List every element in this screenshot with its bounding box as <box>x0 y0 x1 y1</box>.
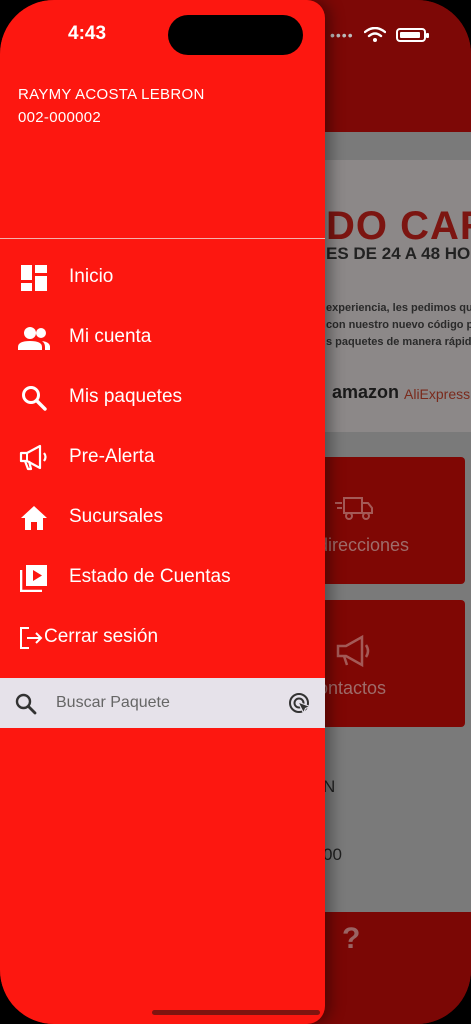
promo-banner: DO CARG ES DE 24 A 48 HORAS experiencia,… <box>322 160 471 432</box>
home-icon <box>18 504 50 532</box>
search-icon[interactable] <box>14 692 38 716</box>
menu-item-label: Mis paquetes <box>69 386 183 407</box>
dashboard-icon <box>18 264 50 292</box>
signal-icon: •••• <box>330 27 354 43</box>
search-icon <box>18 384 50 412</box>
status-indicators: •••• <box>330 22 429 48</box>
logout-button[interactable]: Cerrar sesión <box>0 612 325 662</box>
addresses-card-label: direcciones <box>318 535 410 555</box>
package-search-input[interactable] <box>56 688 276 718</box>
aliexpress-logo: AliExpress <box>404 386 471 402</box>
menu-item-mi-cuenta[interactable]: Mi cuenta <box>0 312 325 362</box>
user-name: RAYMY ACOSTA LEBRON <box>18 86 205 103</box>
logout-icon <box>18 624 44 652</box>
help-icon: ? <box>342 922 361 955</box>
wifi-icon <box>363 27 386 42</box>
banner-title: DO CARG <box>326 204 471 248</box>
home-indicator <box>152 1010 320 1015</box>
dynamic-island <box>168 15 303 55</box>
menu-item-label: Pre-Alerta <box>69 446 155 467</box>
amazon-logo: amazon <box>332 382 400 402</box>
menu-item-estado-de-cuentas[interactable]: Estado de Cuentas <box>0 552 325 602</box>
drawer-divider <box>0 238 325 239</box>
user-code: 002-000002 <box>18 109 102 126</box>
menu-item-label: Estado de Cuentas <box>69 566 231 587</box>
menu-item-inicio[interactable]: Inicio <box>0 252 325 302</box>
logout-label: Cerrar sesión <box>44 626 159 647</box>
menu-item-label: Inicio <box>69 266 114 287</box>
megaphone-icon <box>18 444 50 472</box>
menu-item-label: Sucursales <box>69 506 163 527</box>
megaphone-bg-icon <box>336 634 370 668</box>
navigation-drawer: 4:43 RAYMY ACOSTA LEBRON 002-000002 Inic… <box>0 0 325 1024</box>
battery-icon <box>395 28 429 42</box>
menu-item-sucursales[interactable]: Sucursales <box>0 492 325 542</box>
banner-line-1: experiencia, les pedimos qu <box>326 302 471 314</box>
status-time: 4:43 <box>68 23 107 44</box>
phone-screen: DO CARG ES DE 24 A 48 HORAS experiencia,… <box>0 0 471 1024</box>
truck-icon <box>335 497 373 520</box>
banner-subtitle: ES DE 24 A 48 HORAS <box>326 244 471 263</box>
contacts-card-label: ontactos <box>318 678 387 698</box>
video-library-icon <box>18 564 50 592</box>
package-search-bar <box>0 678 325 728</box>
banner-line-2: con nuestro nuevo código p <box>326 319 471 331</box>
menu-item-label: Mi cuenta <box>69 326 152 347</box>
banner-line-3: s paquetes de manera rápid <box>326 336 471 348</box>
menu-item-mis-paquetes[interactable]: Mis paquetes <box>0 372 325 422</box>
scan-target-icon[interactable] <box>287 691 313 717</box>
menu-item-pre-alerta[interactable]: Pre-Alerta <box>0 432 325 482</box>
people-icon <box>18 324 50 352</box>
bg-text-2: 00 <box>323 845 342 864</box>
